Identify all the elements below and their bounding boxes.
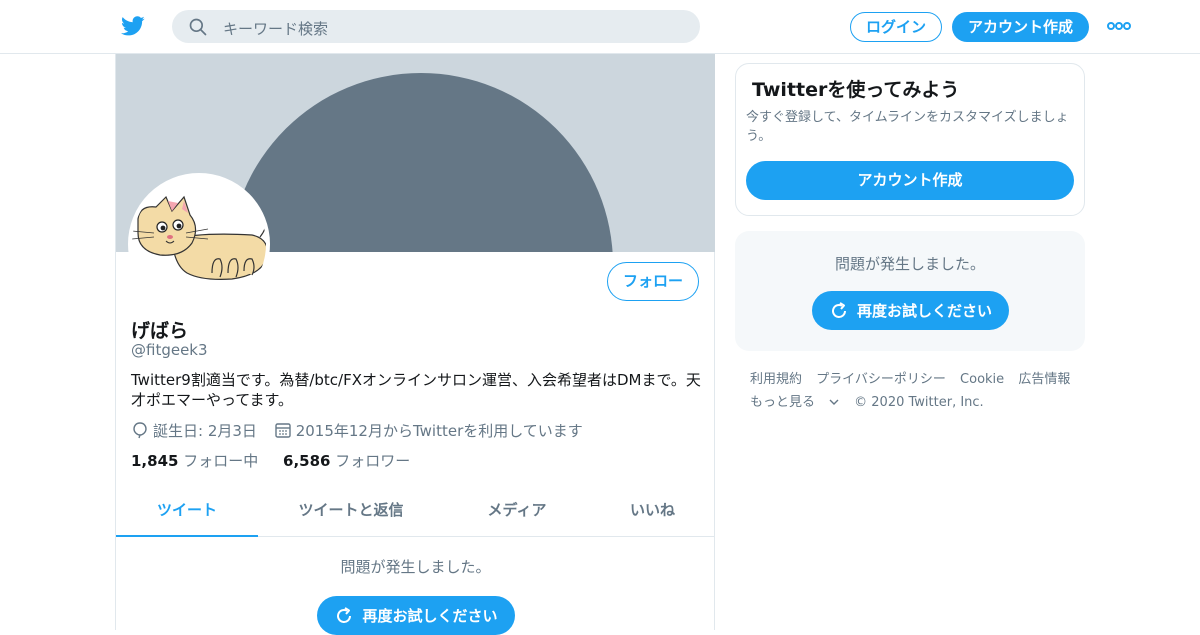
footer-copyright: © 2020 Twitter, Inc. [854, 395, 984, 410]
sidebar-retry-label: 再度お試しください [856, 302, 992, 320]
promo-signup-button[interactable]: アカウント作成 [746, 161, 1074, 200]
birthday-item: 誕生日: 2月3日 [131, 420, 257, 441]
birthday-text: 誕生日: 2月3日 [153, 422, 257, 440]
refresh-icon [832, 301, 846, 318]
footer-row-1: 利用規約 プライバシーポリシー Cookie 広告情報 [750, 368, 1090, 391]
signup-button[interactable]: アカウント作成 [952, 12, 1089, 42]
promo-description: 今すぐ登録して、タイムラインをカスタマイズしましょう。 [746, 110, 1069, 144]
sidebar-error-message: 問題が発生しました。 [834, 255, 985, 273]
footer-links: 利用規約 プライバシーポリシー Cookie 広告情報 もっと見る © 2020… [750, 368, 1090, 414]
chevron-down-icon [829, 399, 839, 405]
profile-meta: 誕生日: 2月3日 2015年12月からTwitterを利用しています [131, 420, 595, 441]
followers-stat[interactable]: 6,586 フォロワー [283, 450, 410, 471]
balloon-icon [133, 422, 147, 439]
top-navigation-bar: キーワード検索 ログイン アカウント作成 [0, 0, 1200, 54]
tab-tweets[interactable]: ツイート [116, 490, 258, 537]
footer-more-label: もっと見る [750, 395, 816, 410]
twitter-bird-icon[interactable] [120, 14, 146, 38]
more-dots-icon[interactable] [1107, 20, 1131, 32]
joined-text: 2015年12月からTwitterを利用しています [295, 422, 583, 440]
calendar-icon [275, 423, 291, 438]
timeline-retry-button[interactable]: 再度お試しください [317, 596, 515, 635]
timeline-error-message: 問題が発生しました。 [340, 558, 491, 576]
login-button[interactable]: ログイン [850, 12, 942, 42]
timeline-retry-label: 再度お試しください [362, 607, 498, 625]
tab-likes[interactable]: いいね [590, 490, 715, 537]
following-count: 1,845 [131, 452, 179, 470]
footer-link-terms[interactable]: 利用規約 [750, 372, 802, 387]
footer-more-link[interactable]: もっと見る [750, 395, 840, 410]
tab-media[interactable]: メディア [444, 490, 590, 537]
profile-bio: Twitter9割適当です。為替/btc/FXオンラインサロン運営、入会希望者は… [131, 371, 701, 409]
sidebar-retry-button[interactable]: 再度お試しください [812, 291, 1009, 330]
profile-stats: 1,845 フォロー中 6,586 フォロワー [131, 450, 430, 471]
promo-title: Twitterを使ってみよう [752, 79, 960, 101]
banner-circle-shape [229, 73, 613, 252]
profile-tabs: ツイート ツイートと返信 メディア いいね [116, 490, 715, 537]
tab-tweets-replies[interactable]: ツイートと返信 [258, 490, 444, 537]
cat-drawing-avatar [132, 177, 266, 311]
followers-label: フォロワー [335, 452, 411, 470]
search-bar[interactable]: キーワード検索 [172, 10, 700, 43]
signup-promo-card: Twitterを使ってみよう 今すぐ登録して、タイムラインをカスタマイズしましょ… [735, 63, 1085, 216]
footer-row-2: もっと見る © 2020 Twitter, Inc. [750, 391, 1090, 414]
search-icon [189, 18, 207, 36]
joined-item: 2015年12月からTwitterを利用しています [274, 420, 583, 441]
following-label: フォロー中 [183, 452, 259, 470]
profile-handle[interactable]: @fitgeek3 [131, 341, 208, 359]
avatar[interactable] [128, 173, 270, 315]
sidebar-error-card: 問題が発生しました。 再度お試しください [735, 231, 1085, 351]
profile-column: フォロー げばら @fitgeek3 Twitter9割適当です。為替/btc/… [115, 54, 715, 635]
followers-count: 6,586 [283, 452, 331, 470]
follow-button[interactable]: フォロー [607, 262, 699, 301]
footer-link-privacy[interactable]: プライバシーポリシー [816, 372, 946, 387]
following-stat[interactable]: 1,845 フォロー中 [131, 450, 258, 471]
footer-link-cookie[interactable]: Cookie [960, 372, 1004, 387]
refresh-icon [337, 606, 352, 623]
footer-link-ads[interactable]: 広告情報 [1018, 372, 1070, 387]
search-input[interactable]: キーワード検索 [223, 18, 328, 39]
profile-name: げばら [131, 320, 189, 342]
